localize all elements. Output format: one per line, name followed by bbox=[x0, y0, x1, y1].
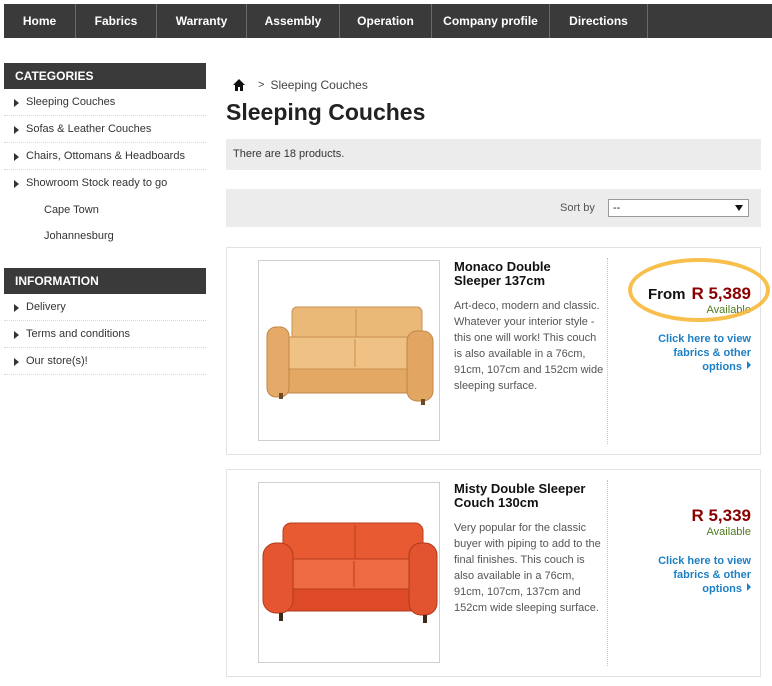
triangle-right-icon bbox=[14, 304, 19, 312]
sort-select-value: -- bbox=[613, 202, 621, 214]
triangle-right-icon bbox=[14, 126, 19, 134]
top-navigation: Home Fabrics Warranty Assembly Operation… bbox=[4, 4, 772, 38]
sidebar-item-label: Sofas & Leather Couches bbox=[26, 123, 152, 135]
couch-image bbox=[262, 522, 438, 623]
breadcrumb: > Sleeping Couches bbox=[232, 76, 368, 94]
sidebar-item-our-stores[interactable]: Our store(s)! bbox=[4, 348, 206, 375]
product-price: From R 5,389 bbox=[648, 284, 751, 304]
sidebar-subitem-cape-town[interactable]: Cape Town bbox=[4, 197, 206, 223]
divider bbox=[607, 480, 608, 666]
breadcrumb-separator: > bbox=[258, 79, 265, 91]
sidebar-item-label: Chairs, Ottomans & Headboards bbox=[26, 150, 185, 162]
view-options-link[interactable]: Click here to view fabrics & other optio… bbox=[631, 332, 751, 374]
sort-bar: Sort by -- bbox=[226, 189, 761, 227]
sidebar-item-label: Our store(s)! bbox=[26, 355, 88, 367]
sidebar-item-chairs-ottomans[interactable]: Chairs, Ottomans & Headboards bbox=[4, 143, 206, 170]
sidebar-item-sofas-leather[interactable]: Sofas & Leather Couches bbox=[4, 116, 206, 143]
information-heading: INFORMATION bbox=[4, 268, 206, 294]
nav-assembly[interactable]: Assembly bbox=[247, 4, 340, 38]
chevron-right-icon bbox=[747, 583, 751, 591]
categories-heading: CATEGORIES bbox=[4, 63, 206, 89]
sidebar-item-delivery[interactable]: Delivery bbox=[4, 294, 206, 321]
information-list: Delivery Terms and conditions Our store(… bbox=[4, 294, 206, 375]
categories-list: Sleeping Couches Sofas & Leather Couches… bbox=[4, 89, 206, 249]
sidebar-item-label: Terms and conditions bbox=[26, 328, 130, 340]
sidebar-subitem-johannesburg[interactable]: Johannesburg bbox=[4, 223, 206, 249]
sort-label: Sort by bbox=[560, 202, 595, 214]
product-price: R 5,339 bbox=[691, 506, 751, 526]
chevron-right-icon bbox=[747, 361, 751, 369]
product-count: There are 18 products. bbox=[226, 139, 761, 170]
price-value: R 5,389 bbox=[691, 284, 751, 303]
nav-warranty[interactable]: Warranty bbox=[157, 4, 247, 38]
product-name[interactable]: Monaco Double Sleeper 137cm bbox=[454, 260, 599, 288]
triangle-right-icon bbox=[14, 331, 19, 339]
nav-directions[interactable]: Directions bbox=[550, 4, 648, 38]
product-image[interactable] bbox=[258, 482, 440, 663]
nav-home[interactable]: Home bbox=[4, 4, 76, 38]
product-name[interactable]: Misty Double Sleeper Couch 130cm bbox=[454, 482, 599, 510]
nav-operation[interactable]: Operation bbox=[340, 4, 432, 38]
page-title: Sleeping Couches bbox=[226, 99, 426, 125]
product-description: Very popular for the classic buyer with … bbox=[454, 522, 601, 614]
home-icon[interactable] bbox=[232, 78, 246, 92]
product-image[interactable] bbox=[258, 260, 440, 441]
sidebar-item-label: Delivery bbox=[26, 301, 66, 313]
product-description: Art-deco, modern and classic. Whatever y… bbox=[454, 300, 604, 392]
sidebar-item-label: Showroom Stock ready to go bbox=[26, 177, 168, 189]
nav-company-profile[interactable]: Company profile bbox=[432, 4, 550, 38]
product-card: Misty Double Sleeper Couch 130cm Very po… bbox=[226, 469, 761, 677]
price-value: R 5,339 bbox=[691, 506, 751, 525]
sort-select[interactable]: -- bbox=[608, 199, 749, 217]
availability-status: Available bbox=[706, 304, 751, 316]
view-options-label: Click here to view fabrics & other optio… bbox=[658, 333, 751, 373]
availability-status: Available bbox=[706, 526, 751, 538]
triangle-right-icon bbox=[14, 358, 19, 366]
triangle-right-icon bbox=[14, 153, 19, 161]
dropdown-arrow-icon bbox=[735, 205, 743, 211]
triangle-right-icon bbox=[14, 99, 19, 107]
price-prefix: From bbox=[647, 286, 686, 303]
product-card: Monaco Double Sleeper 137cm Art-deco, mo… bbox=[226, 247, 761, 455]
sidebar-item-sleeping-couches[interactable]: Sleeping Couches bbox=[4, 89, 206, 116]
nav-fabrics[interactable]: Fabrics bbox=[76, 4, 157, 38]
sidebar-item-terms[interactable]: Terms and conditions bbox=[4, 321, 206, 348]
couch-image bbox=[266, 306, 434, 405]
sidebar-item-showroom-stock[interactable]: Showroom Stock ready to go bbox=[4, 170, 206, 197]
view-options-link[interactable]: Click here to view fabrics & other optio… bbox=[631, 554, 751, 596]
divider bbox=[607, 258, 608, 444]
breadcrumb-current: Sleeping Couches bbox=[270, 78, 368, 92]
sidebar-item-label: Sleeping Couches bbox=[26, 96, 116, 108]
view-options-label: Click here to view fabrics & other optio… bbox=[658, 555, 751, 595]
triangle-right-icon bbox=[14, 180, 19, 188]
